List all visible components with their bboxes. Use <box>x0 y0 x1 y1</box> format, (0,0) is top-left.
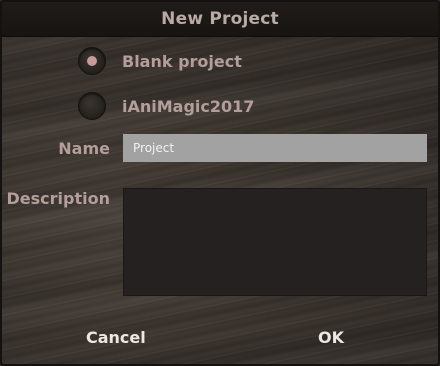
option-label: iAniMagic2017 <box>122 96 255 116</box>
radio-button-unselected[interactable] <box>78 92 106 120</box>
new-project-dialog: New Project Blank project iAniMagic2017 … <box>0 0 440 366</box>
description-textarea[interactable] <box>123 188 427 296</box>
ok-button[interactable]: OK <box>314 326 348 349</box>
radio-button-selected[interactable] <box>78 47 106 75</box>
title-bar[interactable]: New Project <box>2 2 438 37</box>
name-input[interactable] <box>123 134 427 162</box>
option-blank-project[interactable]: Blank project <box>78 47 242 75</box>
radio-selected-dot <box>87 56 97 66</box>
name-label: Name <box>58 139 110 158</box>
option-label: Blank project <box>122 51 242 71</box>
option-ianimagic2017[interactable]: iAniMagic2017 <box>78 92 254 120</box>
description-label: Description <box>6 189 110 208</box>
dialog-title: New Project <box>161 9 279 29</box>
cancel-button[interactable]: Cancel <box>82 326 150 349</box>
